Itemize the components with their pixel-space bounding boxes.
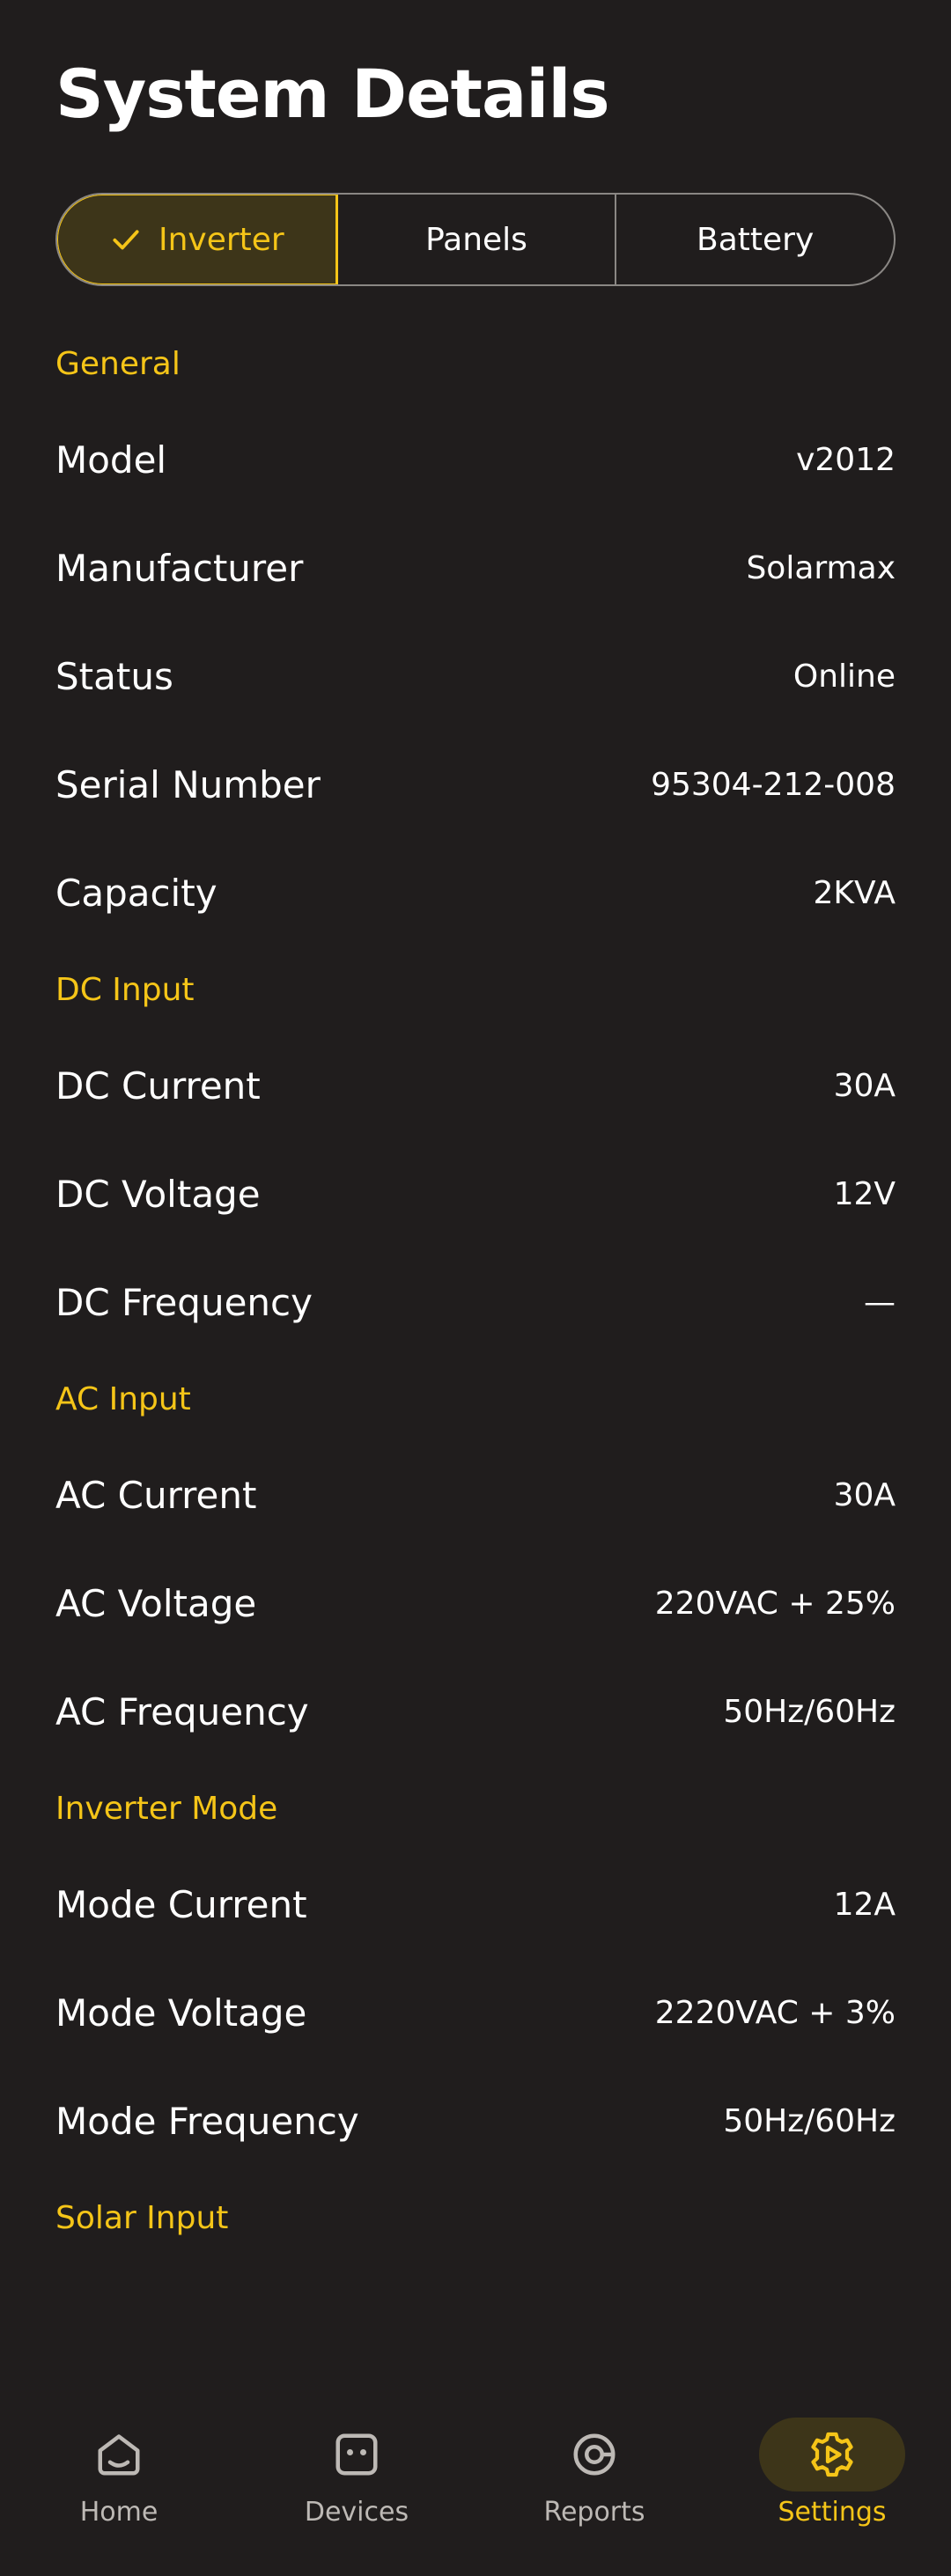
row-label: AC Frequency bbox=[55, 1690, 309, 1733]
row-value: 95304-212-008 bbox=[651, 767, 896, 803]
row-value: 2220VAC + 3% bbox=[654, 1995, 896, 2031]
detail-row: Status Online bbox=[55, 622, 896, 731]
row-value: — bbox=[864, 1284, 896, 1321]
row-value: 12V bbox=[833, 1176, 896, 1212]
row-label: AC Current bbox=[55, 1474, 257, 1517]
nav-label: Reports bbox=[543, 2497, 645, 2528]
section-header-dc-input: DC Input bbox=[55, 971, 195, 1008]
row-value: 50Hz/60Hz bbox=[723, 1694, 896, 1730]
tab-selector: Inverter Panels Battery bbox=[55, 193, 896, 286]
tab-label: Panels bbox=[425, 221, 527, 258]
nav-label: Home bbox=[79, 2497, 158, 2528]
tab-inverter[interactable]: Inverter bbox=[57, 195, 338, 284]
section-header-inverter-mode: Inverter Mode bbox=[55, 1790, 278, 1827]
row-label: Mode Current bbox=[55, 1883, 307, 1926]
detail-row: AC Voltage 220VAC + 25% bbox=[55, 1549, 896, 1658]
row-label: Mode Frequency bbox=[55, 2100, 359, 2143]
nav-reports[interactable]: Reports bbox=[476, 2375, 713, 2576]
row-label: Model bbox=[55, 438, 167, 482]
row-value: 30A bbox=[833, 1477, 896, 1513]
row-value: 2KVA bbox=[813, 875, 896, 911]
detail-row: Mode Current 12A bbox=[55, 1851, 896, 1959]
row-label: AC Voltage bbox=[55, 1582, 257, 1625]
bottom-navigation: Home Devices Reports Settings bbox=[0, 2375, 951, 2576]
details-list: General Model v2012 Manufacturer Solarma… bbox=[55, 321, 896, 2260]
tab-label: Inverter bbox=[158, 221, 284, 258]
nav-home[interactable]: Home bbox=[0, 2375, 238, 2576]
row-value: v2012 bbox=[796, 442, 896, 478]
section-header-ac-input: AC Input bbox=[55, 1380, 191, 1417]
row-label: Status bbox=[55, 655, 173, 698]
system-details-screen: System Details Inverter Panels Battery G… bbox=[0, 0, 951, 2576]
detail-row: Model v2012 bbox=[55, 406, 896, 514]
nav-settings[interactable]: Settings bbox=[713, 2375, 951, 2576]
row-value: 12A bbox=[833, 1887, 896, 1923]
section-header-general: General bbox=[55, 345, 181, 382]
detail-row: AC Frequency 50Hz/60Hz bbox=[55, 1658, 896, 1766]
nav-devices[interactable]: Devices bbox=[238, 2375, 476, 2576]
settings-icon bbox=[811, 2432, 853, 2477]
home-icon bbox=[98, 2434, 140, 2476]
check-icon bbox=[113, 230, 139, 250]
detail-row: DC Current 30A bbox=[55, 1032, 896, 1140]
tab-panels[interactable]: Panels bbox=[338, 195, 617, 284]
tab-label: Battery bbox=[697, 221, 815, 258]
detail-row: Manufacturer Solarmax bbox=[55, 514, 896, 622]
row-label: Serial Number bbox=[55, 763, 321, 806]
row-label: Capacity bbox=[55, 872, 217, 915]
row-value: 50Hz/60Hz bbox=[723, 2103, 896, 2139]
detail-row: Serial Number 95304-212-008 bbox=[55, 731, 896, 839]
row-label: Manufacturer bbox=[55, 547, 304, 590]
tab-battery[interactable]: Battery bbox=[616, 195, 894, 284]
nav-label: Devices bbox=[304, 2497, 409, 2528]
row-label: DC Current bbox=[55, 1064, 261, 1108]
row-value: Solarmax bbox=[746, 550, 896, 586]
detail-row: Capacity 2KVA bbox=[55, 839, 896, 947]
detail-row: DC Voltage 12V bbox=[55, 1140, 896, 1248]
nav-label: Settings bbox=[778, 2497, 887, 2528]
row-label: Mode Voltage bbox=[55, 1991, 307, 2035]
row-label: DC Voltage bbox=[55, 1173, 261, 1216]
detail-row: AC Current 30A bbox=[55, 1441, 896, 1549]
reports-icon bbox=[573, 2433, 616, 2476]
devices-icon bbox=[335, 2433, 378, 2476]
page-title: System Details bbox=[55, 55, 610, 133]
row-value: 220VAC + 25% bbox=[654, 1586, 896, 1622]
detail-row: Mode Frequency 50Hz/60Hz bbox=[55, 2067, 896, 2175]
section-header-solar-input: Solar Input bbox=[55, 2199, 229, 2236]
row-value: 30A bbox=[833, 1068, 896, 1104]
row-label: DC Frequency bbox=[55, 1281, 313, 1324]
row-value: Online bbox=[792, 659, 896, 695]
detail-row: DC Frequency — bbox=[55, 1248, 896, 1357]
detail-row: Mode Voltage 2220VAC + 3% bbox=[55, 1959, 896, 2067]
